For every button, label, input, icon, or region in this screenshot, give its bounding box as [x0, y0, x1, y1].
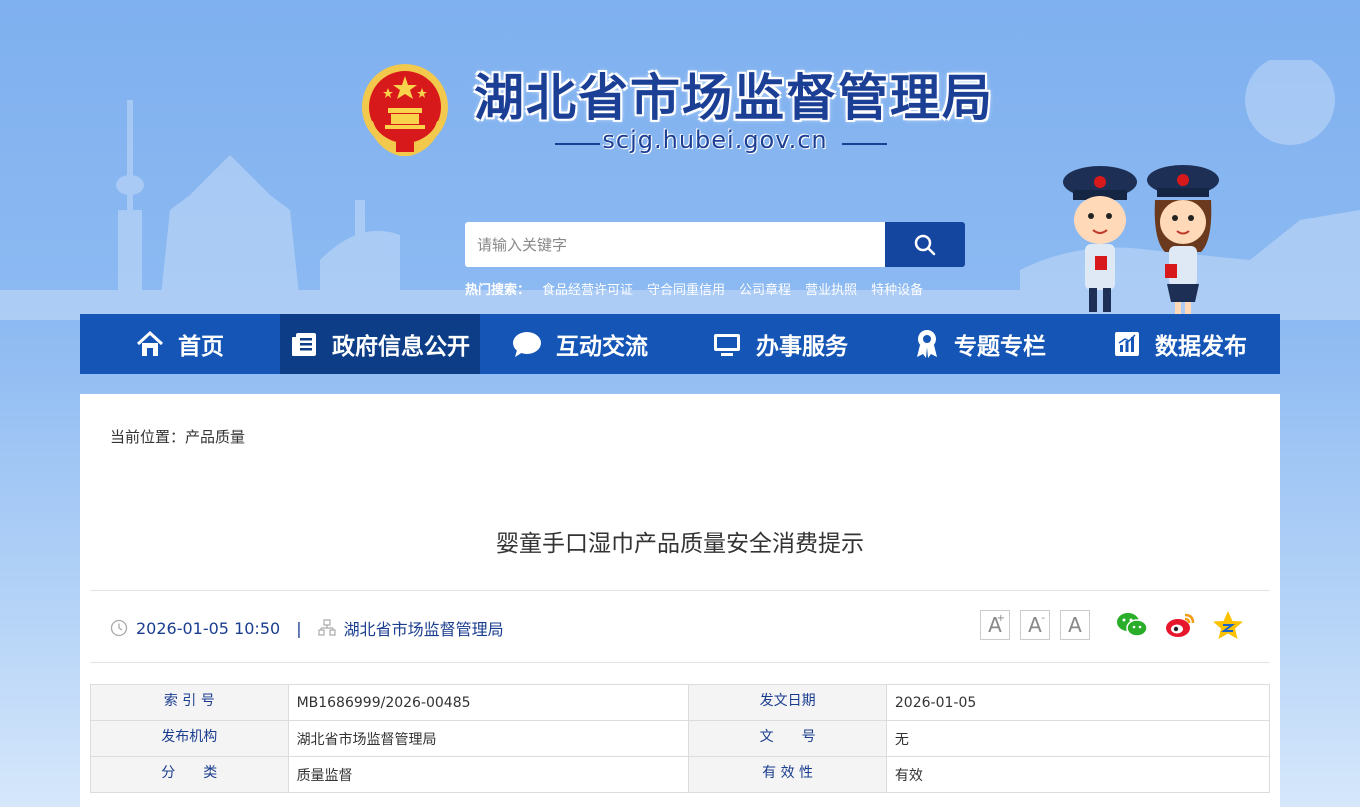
- info-key: 索 引 号: [90, 684, 289, 721]
- mascot-illustration: [1063, 165, 1219, 314]
- home-icon: [136, 330, 164, 356]
- share-weibo-button[interactable]: [1164, 610, 1196, 640]
- info-value: 湖北省市场监督管理局: [287, 720, 690, 757]
- nav-label: 专题专栏: [954, 334, 1046, 360]
- nav-label: 首页: [178, 334, 224, 360]
- info-value: 有效: [885, 756, 1271, 793]
- badge-icon: [917, 330, 937, 358]
- publisher-name: 湖北省市场监督管理局: [343, 620, 504, 639]
- hot-search-item[interactable]: 特种设备: [871, 279, 923, 298]
- nav-item-gov-info[interactable]: 政府信息公开: [280, 314, 480, 374]
- weibo-icon: [1166, 613, 1195, 637]
- hot-search-item[interactable]: 公司章程: [739, 279, 791, 298]
- divider: [90, 662, 1270, 663]
- info-value: 2026-01-05: [885, 684, 1271, 721]
- hot-search: 热门搜索： 食品经营许可证 守合同重信用 公司章程 营业执照 特种设备: [465, 279, 937, 298]
- info-key: 分 类: [90, 756, 289, 793]
- national-emblem-logo: [362, 64, 448, 156]
- info-value: MB1686999/2026-00485: [287, 684, 690, 721]
- breadcrumb: 当前位置：产品质量: [110, 428, 246, 446]
- document-list-icon: [292, 333, 316, 356]
- search-input[interactable]: [465, 222, 885, 267]
- font-reset-button[interactable]: A: [1060, 610, 1090, 640]
- nav-label: 政府信息公开: [332, 334, 470, 360]
- info-key: 文 号: [688, 720, 887, 757]
- search-icon: [914, 234, 936, 255]
- info-value: 质量监督: [287, 756, 690, 793]
- nav-label: 办事服务: [756, 334, 848, 360]
- info-value: 无: [885, 720, 1271, 757]
- info-key: 发布机构: [90, 720, 289, 757]
- hot-search-item[interactable]: 守合同重信用: [647, 279, 725, 298]
- font-decrease-mark: -: [1041, 613, 1045, 624]
- domain-left-line: [555, 143, 600, 145]
- hot-search-label: 热门搜索：: [465, 283, 531, 298]
- document-info-table: 索 引 号 MB1686999/2026-00485 发文日期 2026-01-…: [90, 684, 1271, 793]
- site-title: 湖北省市场监督管理局: [474, 69, 994, 127]
- font-decrease-label: A: [1028, 613, 1042, 637]
- nav-item-home[interactable]: 首页: [80, 314, 280, 374]
- article-title: 婴童手口湿巾产品质量安全消费提示: [496, 531, 864, 557]
- article-card: 当前位置：产品质量 婴童手口湿巾产品质量安全消费提示 2026-01-05 10…: [80, 394, 1280, 807]
- clock-icon: [110, 619, 128, 637]
- nav-item-data[interactable]: 数据发布: [1080, 314, 1280, 374]
- nav-item-services[interactable]: 办事服务: [680, 314, 880, 374]
- nav-label: 互动交流: [556, 334, 648, 360]
- font-decrease-button[interactable]: A-: [1020, 610, 1050, 640]
- monitor-icon: [714, 334, 740, 356]
- share-qzone-button[interactable]: [1212, 610, 1244, 640]
- table-row: 分 类 质量监督 有 效 性 有效: [90, 756, 1271, 793]
- nav-label: 数据发布: [1155, 334, 1247, 360]
- publish-datetime: 2026-01-05 10:50: [136, 618, 281, 638]
- search-button[interactable]: [885, 222, 965, 267]
- info-key: 发文日期: [688, 684, 887, 721]
- nav-item-topics[interactable]: 专题专栏: [880, 314, 1080, 374]
- font-increase-mark: +: [996, 613, 1005, 624]
- table-row: 发布机构 湖北省市场监督管理局 文 号 无: [90, 720, 1271, 757]
- divider: [90, 590, 1270, 591]
- info-key: 有 效 性: [688, 756, 887, 793]
- organization-icon: [317, 619, 336, 636]
- wechat-icon: [1117, 613, 1148, 637]
- font-increase-button[interactable]: A +: [980, 610, 1010, 640]
- nav-item-interaction[interactable]: 互动交流: [480, 314, 680, 374]
- hot-search-item[interactable]: 食品经营许可证: [542, 279, 633, 298]
- share-wechat-button[interactable]: [1116, 610, 1148, 640]
- hot-search-item[interactable]: 营业执照: [805, 279, 857, 298]
- font-size-controls: A + A- A: [980, 610, 1100, 640]
- article-meta: 2026-01-05 10:50 | 湖北省市场监督管理局: [110, 616, 504, 640]
- share-buttons: [1116, 610, 1260, 640]
- meta-separator: |: [296, 618, 302, 638]
- qzone-icon: [1213, 611, 1243, 639]
- domain-right-line: [842, 143, 887, 145]
- chat-bubble-icon: [513, 332, 541, 357]
- font-reset-label: A: [1068, 613, 1082, 637]
- header: 湖北省市场监督管理局 scjg.hubei.gov.cn 热门搜索： 食品经营许…: [0, 0, 1360, 320]
- chart-icon: [1115, 332, 1139, 356]
- table-row: 索 引 号 MB1686999/2026-00485 发文日期 2026-01-…: [90, 684, 1271, 721]
- main-nav: 首页 政府信息公开 互动交流 办事服务 专题专栏 数据发布: [80, 314, 1280, 374]
- site-domain-block: scjg.hubei.gov.cn: [540, 126, 890, 160]
- site-domain: scjg.hubei.gov.cn: [602, 126, 828, 154]
